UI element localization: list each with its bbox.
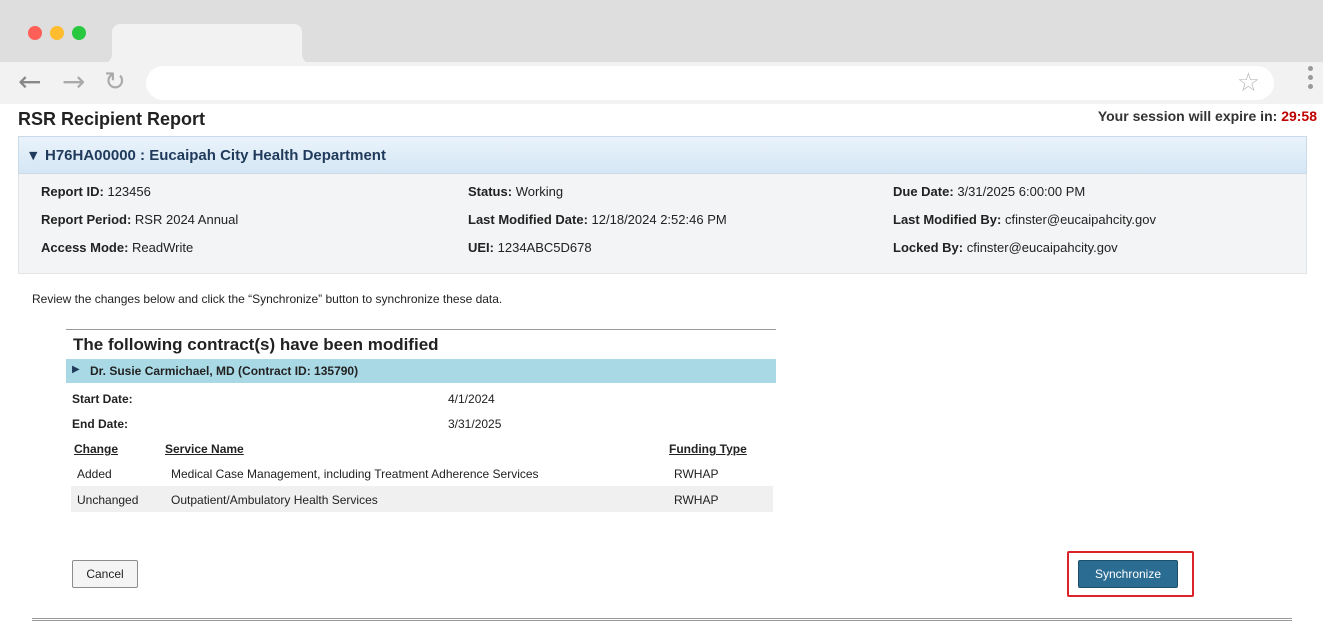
table-row: Unchanged Outpatient/Ambulatory Health S… (71, 486, 773, 512)
report-id: Report ID: 123456 (41, 184, 151, 199)
access-mode-value: ReadWrite (132, 240, 194, 255)
address-bar[interactable]: ☆ (146, 66, 1274, 100)
row-change: Unchanged (77, 493, 139, 507)
access-mode: Access Mode: ReadWrite (41, 240, 193, 255)
browser-chrome: ← → ↻ ☆ (0, 0, 1323, 104)
uei-value: 1234ABC5D678 (497, 240, 592, 255)
report-period-label: Report Period: (41, 212, 132, 227)
browser-menu-icon[interactable] (1304, 66, 1316, 89)
locked-by: Locked By: cfinster@eucaipahcity.gov (893, 240, 1118, 255)
uei-label: UEI: (468, 240, 494, 255)
synchronize-button[interactable]: Synchronize (1078, 560, 1178, 588)
session-timer: 29:58 (1281, 108, 1317, 124)
row-service-name: Medical Case Management, including Treat… (171, 467, 539, 481)
cancel-button[interactable]: Cancel (72, 560, 138, 588)
column-header-service-name[interactable]: Service Name (165, 442, 244, 456)
due-date: Due Date: 3/31/2025 6:00:00 PM (893, 184, 1085, 199)
contract-header[interactable]: ▶ Dr. Susie Carmichael, MD (Contract ID:… (66, 359, 776, 383)
browser-toolbar: ← → ↻ ☆ (0, 62, 1323, 104)
status-value: Working (515, 184, 564, 199)
row-funding-type: RWHAP (674, 493, 719, 507)
due-date-label: Due Date: (893, 184, 954, 199)
expand-triangle-icon[interactable]: ▶ (72, 364, 80, 375)
recipient-panel-title: H76HA00000 : Eucaipah City Health Depart… (45, 147, 386, 164)
last-modified-date-value: 12/18/2024 2:52:46 PM (591, 212, 727, 227)
maximize-window-icon[interactable] (72, 26, 86, 40)
last-modified-by: Last Modified By: cfinster@eucaipahcity.… (893, 212, 1156, 227)
minimize-window-icon[interactable] (50, 26, 64, 40)
start-date-label: Start Date: (72, 392, 133, 406)
report-period: Report Period: RSR 2024 Annual (41, 212, 238, 227)
last-modified-date-label: Last Modified Date: (468, 212, 588, 227)
report-id-value: 123456 (107, 184, 151, 199)
last-modified-by-label: Last Modified By: (893, 212, 1002, 227)
modified-heading: The following contract(s) have been modi… (73, 335, 439, 354)
start-date-value: 4/1/2024 (448, 392, 495, 406)
locked-by-label: Locked By: (893, 240, 964, 255)
window-controls (28, 26, 86, 40)
end-date-value: 3/31/2025 (448, 417, 502, 431)
locked-by-value: cfinster@eucaipahcity.gov (966, 240, 1118, 255)
end-date-label: End Date: (72, 417, 129, 431)
table-row: Added Medical Case Management, including… (71, 460, 773, 486)
uei: UEI: 1234ABC5D678 (468, 240, 592, 255)
browser-window: ← → ↻ ☆ RSR Recipient Report Your sessio… (0, 0, 1323, 636)
row-change: Added (77, 467, 112, 481)
column-header-funding-type[interactable]: Funding Type (669, 442, 747, 456)
status: Status: Working (468, 184, 563, 199)
recipient-panel-header[interactable]: ▼ H76HA00000 : Eucaipah City Health Depa… (18, 136, 1307, 174)
review-instruction: Review the changes below and click the “… (32, 292, 503, 306)
reload-icon[interactable]: ↻ (104, 66, 126, 98)
bottom-divider (32, 618, 1292, 621)
due-date-value: 3/31/2025 6:00:00 PM (957, 184, 1086, 199)
row-funding-type: RWHAP (674, 467, 719, 481)
close-window-icon[interactable] (28, 26, 42, 40)
session-expiry: Your session will expire in: 29:58 (1098, 108, 1317, 124)
report-period-value: RSR 2024 Annual (134, 212, 239, 227)
forward-arrow-icon[interactable]: → (62, 66, 85, 98)
report-info: Report ID: 123456 Report Period: RSR 202… (18, 174, 1307, 274)
page-header: RSR Recipient Report Your session will e… (18, 104, 1323, 134)
back-arrow-icon[interactable]: ← (18, 66, 41, 98)
session-expiry-label: Your session will expire in: (1097, 108, 1282, 124)
report-id-label: Report ID: (41, 184, 104, 199)
column-header-change[interactable]: Change (74, 442, 118, 456)
last-modified-by-value: cfinster@eucaipahcity.gov (1004, 212, 1156, 227)
contract-title: Dr. Susie Carmichael, MD (Contract ID: 1… (90, 364, 359, 378)
status-label: Status: (468, 184, 513, 199)
last-modified-date: Last Modified Date: 12/18/2024 2:52:46 P… (468, 212, 727, 227)
collapse-caret-icon[interactable]: ▼ (29, 149, 37, 162)
page-content: RSR Recipient Report Your session will e… (18, 104, 1323, 636)
browser-tab[interactable] (102, 24, 312, 64)
access-mode-label: Access Mode: (41, 240, 129, 255)
page-title: RSR Recipient Report (18, 109, 206, 129)
bookmark-star-icon[interactable]: ☆ (1237, 68, 1260, 98)
row-service-name: Outpatient/Ambulatory Health Services (171, 493, 378, 507)
section-divider (66, 329, 776, 330)
